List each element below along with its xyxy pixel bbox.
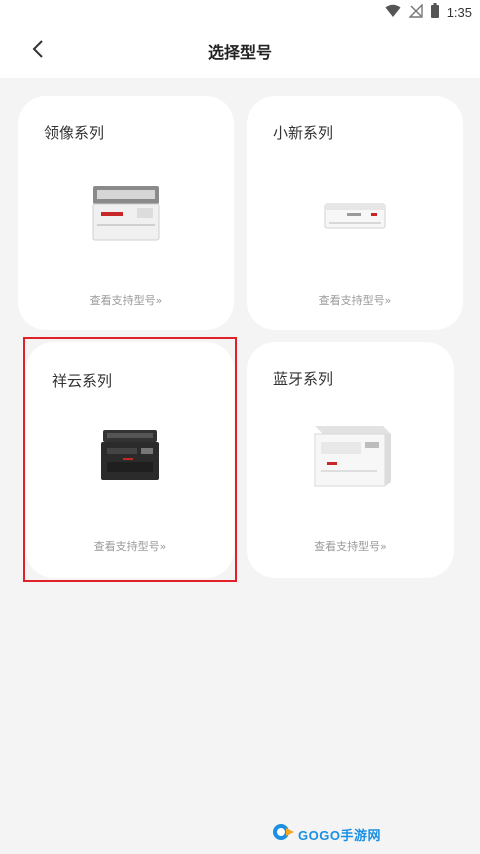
wifi-icon <box>385 3 401 22</box>
status-icons: 1:35 <box>385 2 472 22</box>
status-bar: 1:35 <box>0 0 480 24</box>
card-title: 祥云系列 <box>52 372 113 390</box>
series-card-lanya[interactable]: 蓝牙系列 查看支持型号» <box>247 342 454 578</box>
status-time: 1:35 <box>446 4 472 20</box>
series-card-lingxiang[interactable]: 领像系列 查看支持型号» <box>18 96 234 330</box>
header: 选择型号 <box>0 24 480 78</box>
watermark-text: GOGO手游网 <box>298 827 381 843</box>
view-models-link[interactable]: 查看支持型号» <box>26 538 234 554</box>
printer-image <box>91 182 161 248</box>
card-title: 小新系列 <box>273 124 334 142</box>
printer-image <box>323 182 387 240</box>
page-title: 选择型号 <box>207 43 272 62</box>
card-title: 蓝牙系列 <box>273 370 334 388</box>
view-models-link[interactable]: 查看支持型号» <box>247 292 463 308</box>
printer-image <box>309 426 393 494</box>
printer-image <box>99 428 161 488</box>
battery-icon <box>430 2 439 22</box>
series-card-xiangyun[interactable]: 祥云系列 查看支持型号» <box>26 342 234 578</box>
watermark: GOGO手游网 <box>272 823 381 845</box>
logo-icon <box>272 823 294 845</box>
series-card-xiaoxin[interactable]: 小新系列 查看支持型号» <box>247 96 463 330</box>
card-title: 领像系列 <box>44 124 105 142</box>
no-signal-icon <box>407 2 423 22</box>
view-models-link[interactable]: 查看支持型号» <box>18 292 234 308</box>
view-models-link[interactable]: 查看支持型号» <box>247 538 454 554</box>
